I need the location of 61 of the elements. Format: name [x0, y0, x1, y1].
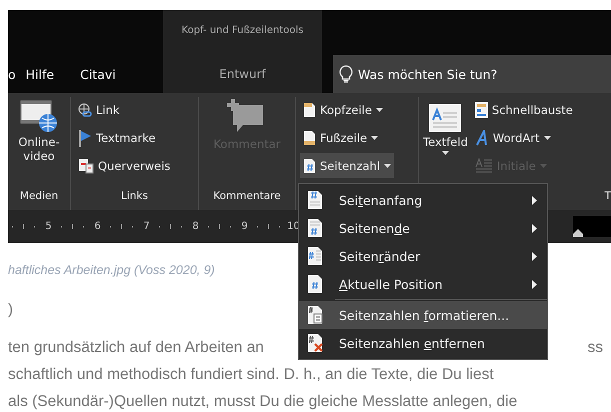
ribbon-button[interactable]: WordArt [472, 125, 576, 150]
ribbon-tab[interactable]: Hilfe [26, 55, 66, 93]
group-label: T [604, 190, 611, 204]
dropdown-button[interactable]: Fußzeile [300, 125, 394, 150]
ribbon-button[interactable]: Textmarke [75, 125, 174, 150]
page-icon [303, 102, 316, 118]
globe-link-icon [78, 102, 92, 116]
ribbon-button[interactable]: Schnellbauste [472, 97, 576, 122]
paragraph-text: ten grundsätzlich auf den Arbeiten an [8, 338, 264, 358]
menu-item[interactable]: Seitenzahlen formatieren... [299, 301, 547, 329]
drop-cap-icon [474, 158, 493, 174]
caret-icon [540, 164, 547, 168]
cross-reference-icon [78, 158, 94, 174]
caret-icon [376, 108, 383, 112]
menu-item[interactable]: Seitenzahlen entfernen [299, 329, 547, 357]
context-title: Kopf- und Fußzeilentools [182, 25, 304, 38]
page-icon [303, 158, 316, 174]
page-number-icon [307, 246, 323, 266]
dropdown-button[interactable]: Kopfzeile [300, 97, 394, 122]
page-number-icon [307, 305, 323, 325]
page-number-icon [307, 190, 323, 210]
group-label: Medien [20, 190, 58, 204]
indent-marker-icon[interactable] [573, 229, 583, 237]
dropdown-button[interactable]: Seitenzahl [300, 153, 394, 178]
menu-item[interactable]: Aktuelle Position [299, 270, 547, 298]
ruler-number: 7 [142, 221, 151, 232]
page-number-icon [307, 333, 323, 353]
video-globe-icon [20, 99, 58, 133]
ribbon-tab[interactable]: Entwurf [209, 55, 276, 93]
caret-icon [442, 151, 449, 156]
online-video-button[interactable]: Online-video [12, 97, 66, 190]
image-caption: haftliches Arbeiten.jpg (Voss 2020, 9) [8, 263, 215, 277]
paragraph-text: schaftlich und methodisch fundiert sind. D. h., an die Texte, die Du liest [8, 365, 494, 385]
group-label: Links [121, 190, 148, 204]
page-number-icon [307, 274, 323, 294]
group-label: Kommentare [213, 190, 281, 204]
ribbon-tab[interactable]: Citavi [80, 55, 128, 93]
ribbon-button[interactable]: Querverweis [75, 153, 174, 178]
flag-icon [78, 128, 92, 146]
paragraph-text: als (Sekundär-)Quellen nutzt, musst Du die gleiche Messlatte anlegen, die [8, 392, 518, 412]
menu-item[interactable]: Seitenränder [299, 242, 547, 270]
caret-icon [544, 136, 551, 140]
textbox-icon [428, 103, 462, 133]
ruler-number: 6 [93, 221, 102, 232]
lightbulb-icon [339, 65, 353, 83]
caret-icon [371, 136, 378, 140]
ruler-number: 8 [191, 221, 200, 232]
paragraph-text: ss [588, 338, 603, 358]
ribbon-tab[interactable]: o [8, 55, 16, 93]
page-number-icon [307, 218, 323, 238]
paragraph-text: ) [8, 301, 13, 318]
menu-item[interactable]: Seitenanfang [299, 186, 547, 214]
ruler-number: 5 [44, 221, 53, 232]
search-field[interactable]: Was möchten Sie tun? [333, 55, 611, 93]
page-icon [303, 130, 316, 146]
wordart-icon [474, 130, 489, 146]
ruler-number: 9 [240, 221, 249, 232]
menu-item[interactable]: Seitenende [299, 214, 547, 242]
quick-parts-icon [474, 102, 488, 118]
ribbon-button[interactable]: Link [75, 97, 174, 122]
caret-icon [384, 164, 392, 168]
